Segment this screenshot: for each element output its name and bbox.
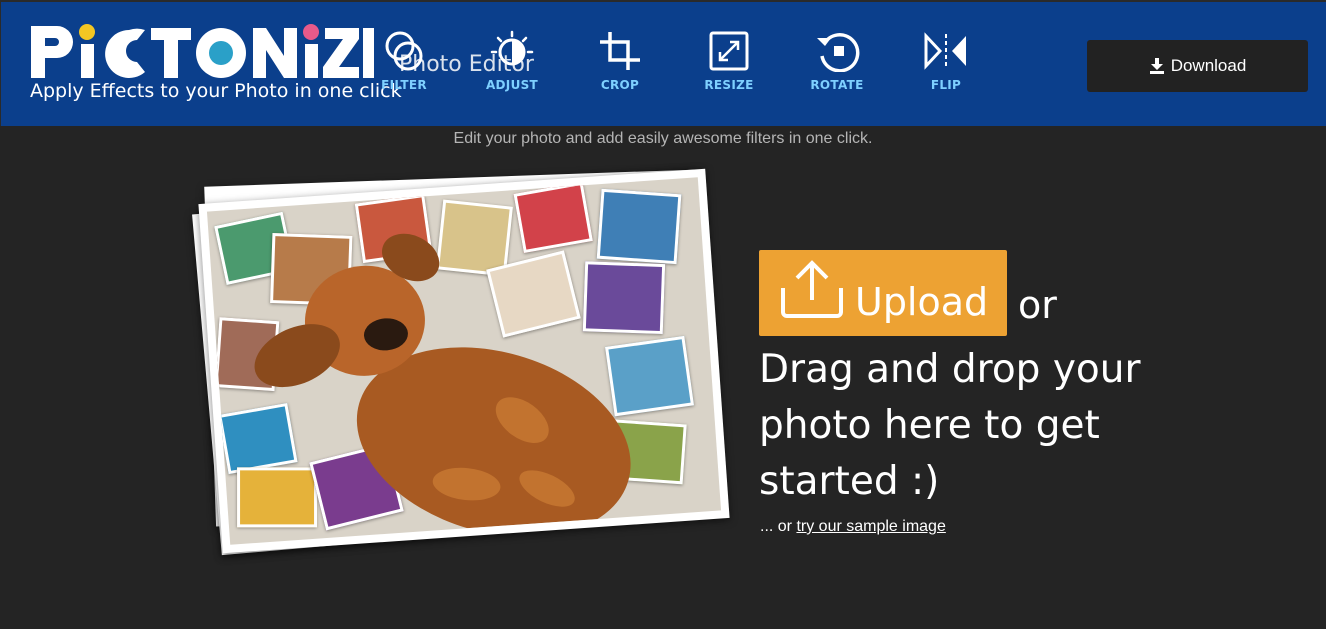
or-text: or — [1018, 283, 1057, 327]
page-subtitle: Edit your photo and add easily awesome f… — [453, 130, 873, 147]
download-label: Download — [1170, 56, 1247, 75]
tool-flip-label: FLIP — [930, 78, 962, 92]
tool-rotate-label: ROTATE — [810, 78, 864, 92]
top-header: Apply Effects to your Photo in one click… — [0, 0, 1326, 126]
sample-image-link[interactable]: try our sample image — [796, 518, 945, 535]
crop-icon — [600, 32, 640, 70]
dog-illustration — [254, 233, 631, 537]
tagline: Apply Effects to your Photo in one click — [30, 80, 402, 102]
tool-adjust-label: ADJUST — [485, 78, 539, 92]
photo-collage — [206, 177, 722, 545]
sample-prefix: ... or — [760, 518, 797, 535]
drag-drop-text: Drag and drop your photo here to get sta… — [759, 347, 1141, 504]
tool-rotate[interactable]: ROTATE — [792, 30, 882, 92]
pictonize-logo — [31, 24, 375, 78]
download-button[interactable]: Download — [1087, 40, 1308, 92]
logo[interactable] — [29, 20, 375, 80]
tool-crop[interactable]: CROP — [575, 30, 665, 92]
flip-icon — [924, 32, 966, 70]
tool-flip[interactable]: FLIP — [901, 30, 991, 92]
upload-icon — [781, 260, 843, 318]
tool-resize-label: RESIZE — [704, 78, 754, 92]
sample-photo — [198, 168, 730, 554]
upload-label: Upload — [855, 280, 989, 324]
sample-image-line: ... or try our sample image — [760, 518, 946, 536]
tool-adjust[interactable]: ADJUST — [467, 30, 557, 92]
sample-photo-stack[interactable] — [192, 168, 738, 558]
download-icon — [1149, 58, 1164, 74]
adjust-icon — [490, 30, 534, 66]
tool-filter-label: FILTER — [381, 78, 427, 92]
rotate-icon — [817, 33, 860, 72]
tool-crop-label: CROP — [600, 78, 640, 92]
tool-resize[interactable]: RESIZE — [684, 30, 774, 92]
resize-icon — [709, 31, 749, 71]
upload-button[interactable]: Upload — [759, 250, 1007, 336]
